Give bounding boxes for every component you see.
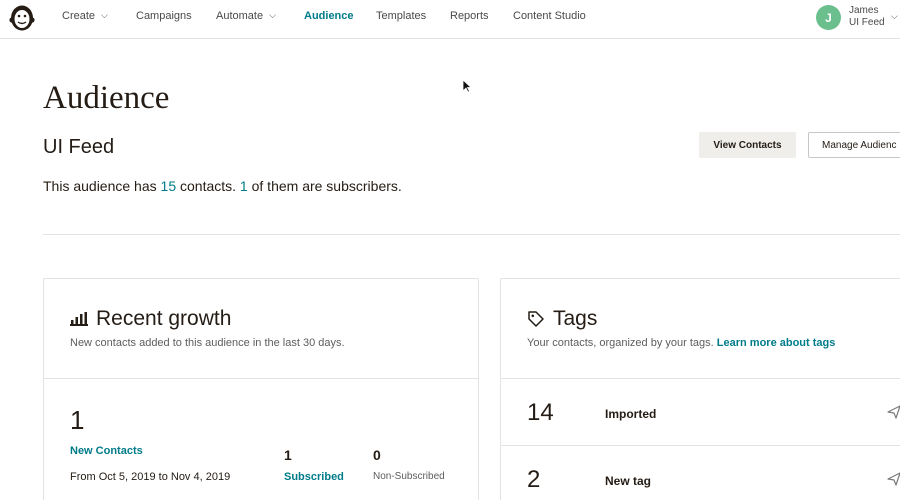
- audience-name: UI Feed: [43, 136, 115, 158]
- nav-templates[interactable]: Templates: [376, 10, 426, 22]
- date-range: From Oct 5, 2019 to Nov 4, 2019: [70, 471, 231, 483]
- nav-automate[interactable]: Automate ⌵: [216, 9, 276, 23]
- nav-create[interactable]: Create ⌵: [62, 9, 108, 23]
- chevron-down-icon: ⌵: [101, 9, 108, 20]
- nav-content-studio[interactable]: Content Studio: [513, 10, 586, 22]
- contacts-count: 15: [160, 178, 177, 194]
- tag-row[interactable]: 2 New tag: [501, 446, 900, 500]
- send-icon[interactable]: [887, 405, 900, 419]
- subscribed-link[interactable]: Subscribed: [284, 471, 344, 483]
- send-icon[interactable]: [887, 472, 900, 486]
- card-header: Recent growth New contacts added to this…: [44, 279, 478, 379]
- user-org: UI Feed: [849, 17, 885, 28]
- nav-audience[interactable]: Audience: [304, 10, 354, 22]
- view-contacts-button[interactable]: View Contacts: [699, 132, 796, 158]
- tags-card: Tags Your contacts, organized by your ta…: [500, 278, 900, 500]
- learn-more-tags-link[interactable]: Learn more about tags: [717, 337, 836, 349]
- bar-chart-icon: [70, 312, 88, 326]
- top-nav: Create ⌵ Campaigns Automate ⌵ Audience T…: [0, 0, 900, 39]
- card-title: Recent growth: [70, 307, 231, 331]
- subscribers-count: 1: [239, 178, 248, 194]
- mailchimp-logo-icon[interactable]: [8, 3, 36, 33]
- tag-name: New tag: [605, 474, 652, 488]
- tag-count: 14: [527, 399, 554, 426]
- nav-reports[interactable]: Reports: [450, 10, 489, 22]
- divider: [43, 234, 900, 235]
- card-subtitle: Your contacts, organized by your tags. L…: [527, 337, 836, 349]
- tag-count: 2: [527, 466, 541, 493]
- subscribed-count: 1: [284, 447, 292, 463]
- user-name: James: [849, 5, 879, 16]
- new-contacts-count: 1: [70, 405, 85, 435]
- card-subtitle: New contacts added to this audience in t…: [70, 337, 345, 349]
- new-contacts-link[interactable]: New Contacts: [70, 445, 143, 457]
- user-menu[interactable]: James UI Feed: [849, 5, 885, 29]
- mouse-cursor-icon: [462, 79, 472, 93]
- recent-growth-card: Recent growth New contacts added to this…: [43, 278, 479, 500]
- card-title: Tags: [527, 307, 597, 331]
- manage-audience-button[interactable]: Manage Audienc: [808, 132, 900, 158]
- tag-icon: [528, 311, 544, 327]
- tag-row[interactable]: 14 Imported: [501, 379, 900, 446]
- user-avatar[interactable]: J: [816, 5, 841, 30]
- tag-name: Imported: [605, 407, 657, 421]
- non-subscribed-count: 0: [373, 447, 381, 463]
- chevron-down-icon: ⌵: [269, 9, 276, 20]
- nav-campaigns[interactable]: Campaigns: [136, 10, 192, 22]
- audience-summary: This audience has 15 contacts. 1 of them…: [43, 178, 402, 194]
- chevron-down-icon[interactable]: ⌵: [891, 11, 898, 22]
- page-title: Audience: [43, 80, 170, 116]
- non-subscribed-label: Non-Subscribed: [373, 471, 445, 482]
- card-header: Tags Your contacts, organized by your ta…: [501, 279, 900, 379]
